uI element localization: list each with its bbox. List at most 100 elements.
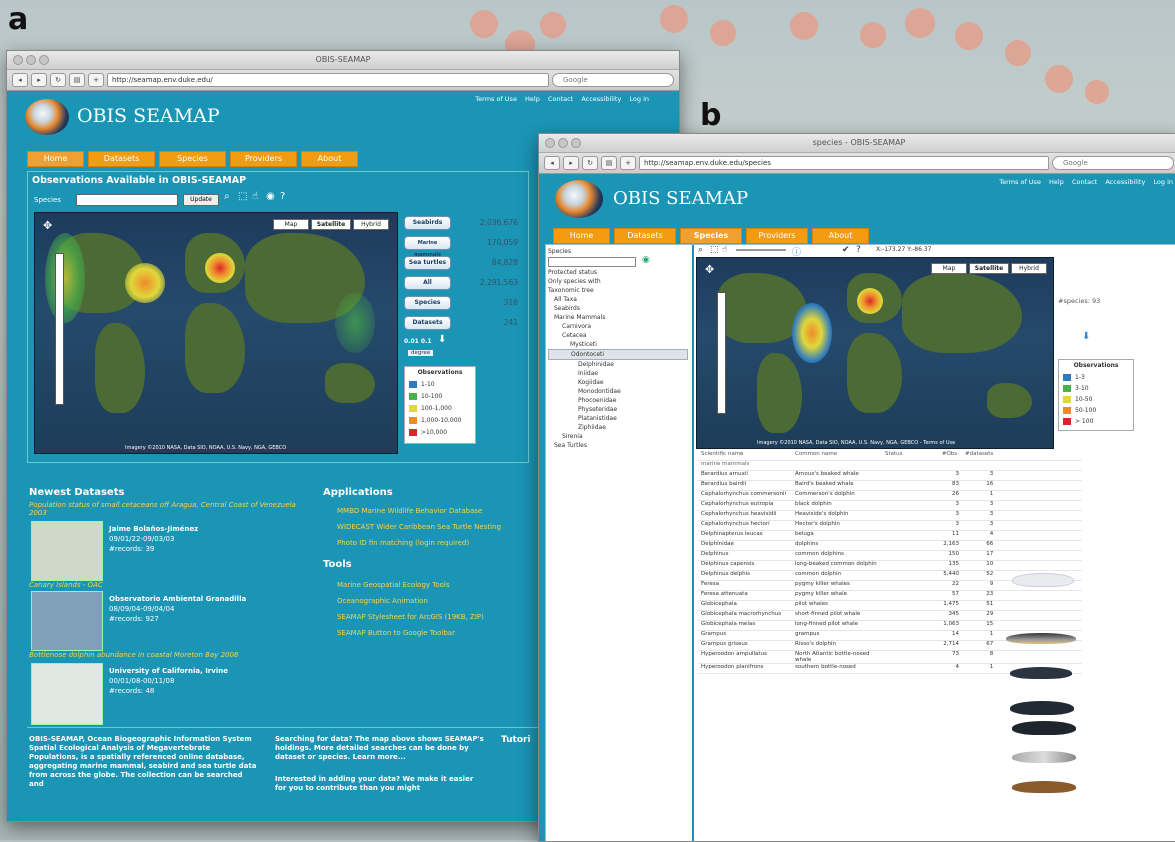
toplink[interactable]: Log in xyxy=(629,95,649,103)
species-filter-input[interactable] xyxy=(548,257,636,267)
zoom-tool-icon[interactable]: ⌕ xyxy=(698,245,703,255)
tree-item[interactable]: Platanistidae xyxy=(548,414,688,423)
pan-control-icon[interactable]: ✥ xyxy=(43,219,52,232)
add-bookmark-icon[interactable]: + xyxy=(620,156,636,170)
tree-item[interactable]: Sea Turtles xyxy=(548,441,688,450)
hybrid-button[interactable]: Hybrid xyxy=(353,219,389,230)
scientific-name-cell[interactable]: Hyperoodon ampullatus xyxy=(698,650,792,664)
filter-label[interactable]: Protected status xyxy=(548,268,688,277)
dataset-title[interactable]: Bottlenose dolphin abundance in coastal … xyxy=(29,651,299,659)
toplink[interactable]: Terms of Use xyxy=(999,178,1041,186)
nav-providers[interactable]: Providers xyxy=(230,151,297,167)
window-controls[interactable] xyxy=(13,55,49,65)
download-icon[interactable]: ⬇ xyxy=(438,334,446,345)
search-field[interactable]: Google xyxy=(552,73,674,87)
toplink[interactable]: Help xyxy=(1049,178,1064,186)
bookmark-icon[interactable]: ▤ xyxy=(601,156,617,170)
scientific-name-cell[interactable]: Berardius bairdii xyxy=(698,480,792,491)
nav-about[interactable]: About xyxy=(812,228,869,244)
table-row[interactable]: Cephalorhynchus heavisidii Heaviside's do… xyxy=(698,510,1083,521)
scientific-name-cell[interactable]: Berardius arnuxii xyxy=(698,470,792,481)
table-row[interactable]: Globicephala melas long-finned pilot whal… xyxy=(698,620,1083,631)
nav-providers[interactable]: Providers xyxy=(746,228,808,244)
table-row[interactable]: Berardius bairdii Baird's beaked whale 83 1… xyxy=(698,480,1083,491)
scientific-name-cell[interactable]: Grampus griseus xyxy=(698,640,792,651)
species-input[interactable] xyxy=(76,194,178,206)
satellite-button[interactable]: Satellite xyxy=(311,219,351,230)
tree-item-selected[interactable]: Odontoceti xyxy=(548,349,688,360)
address-bar[interactable]: http://seamap.env.duke.edu/species xyxy=(639,156,1049,170)
species-map[interactable]: Map Satellite Hybrid ✥ Imagery ©2010 NAS… xyxy=(696,257,1054,449)
download-icon[interactable]: ⬇ xyxy=(1082,331,1090,342)
window-controls[interactable] xyxy=(545,138,581,148)
table-row[interactable]: Delphinus capensis long-beaked common dol… xyxy=(698,560,1083,571)
help-icon[interactable]: ? xyxy=(856,245,861,255)
table-row[interactable]: Berardius arnuxii Arnoux's beaked whale 3 3 xyxy=(698,470,1083,481)
table-row[interactable]: Globicephala macrorhynchus short-finned p… xyxy=(698,610,1083,621)
table-row[interactable]: Delphinus common dolphins 150 17 xyxy=(698,550,1083,561)
seabirds-button[interactable]: Seabirds xyxy=(404,216,451,230)
toplink[interactable]: Terms of Use xyxy=(475,95,517,103)
nav-home[interactable]: Home xyxy=(27,151,84,167)
forward-icon[interactable]: ▸ xyxy=(563,156,579,170)
dataset-title[interactable]: Population status of small cetaceans off… xyxy=(29,501,299,517)
toplink[interactable]: Accessibility xyxy=(581,95,621,103)
tree-item[interactable]: Ziphiidae xyxy=(548,423,688,432)
back-icon[interactable]: ◂ xyxy=(12,73,28,87)
nav-about[interactable]: About xyxy=(301,151,358,167)
update-button[interactable]: Update xyxy=(183,194,219,206)
tool-link[interactable]: SEAMAP Button to Google Toolbar xyxy=(337,629,455,637)
satellite-button[interactable]: Satellite xyxy=(969,263,1009,274)
scientific-name-cell[interactable]: Globicephala macrorhynchus xyxy=(698,610,792,621)
address-bar[interactable]: http://seamap.env.duke.edu/ xyxy=(107,73,549,87)
marine-mammals-button[interactable]: Marine mammals xyxy=(404,236,451,258)
reload-icon[interactable]: ↻ xyxy=(50,73,66,87)
column-header[interactable]: #datasets xyxy=(962,451,997,461)
tree-item[interactable]: Carnivora xyxy=(548,322,688,331)
tree-item[interactable]: Iniidae xyxy=(548,369,688,378)
sea-turtles-button[interactable]: Sea turtles xyxy=(404,256,451,270)
table-row[interactable]: Cephalorhynchus commersonii Commerson's d… xyxy=(698,490,1083,501)
nav-home[interactable]: Home xyxy=(553,228,610,244)
pan-tool-icon[interactable]: ☝ xyxy=(722,245,727,255)
scientific-name-cell[interactable]: Feresa xyxy=(698,580,792,591)
table-row[interactable]: Feresa attenuata pygmy killer whale 57 23 xyxy=(698,590,1083,601)
map-button[interactable]: Map xyxy=(273,219,309,230)
scientific-name-cell[interactable]: Cephalorhynchus commersonii xyxy=(698,490,792,501)
scientific-name-cell[interactable]: Globicephala xyxy=(698,600,792,611)
add-bookmark-icon[interactable]: + xyxy=(88,73,104,87)
filter-label[interactable]: Only species with xyxy=(548,277,688,286)
table-row[interactable]: Hyperoodon ampullatus North Atlantic bott… xyxy=(698,650,1083,664)
column-header[interactable]: Scientific name xyxy=(698,451,792,461)
nav-datasets[interactable]: Datasets xyxy=(614,228,676,244)
reload-icon[interactable]: ↻ xyxy=(582,156,598,170)
search-go-icon[interactable]: ◉ xyxy=(642,255,650,265)
tree-item[interactable]: Kogiidae xyxy=(548,378,688,387)
pan-tool-icon[interactable]: ☝ xyxy=(252,191,258,202)
toplink[interactable]: Contact xyxy=(548,95,573,103)
table-row[interactable]: Delphinidae dolphins 2,163 66 xyxy=(698,540,1083,551)
scientific-name-cell[interactable]: Feresa attenuata xyxy=(698,590,792,601)
table-row[interactable]: Delphinapterus leucas beluga 11 4 xyxy=(698,530,1083,541)
table-row[interactable]: Cephalorhynchus eutropia black dolphin 3 3 xyxy=(698,500,1083,511)
scientific-name-cell[interactable]: Grampus xyxy=(698,630,792,641)
zoom-slider[interactable] xyxy=(55,253,64,405)
all-button[interactable]: All xyxy=(404,276,451,290)
filter-label[interactable]: Taxonomic tree xyxy=(548,286,688,295)
tree-item[interactable]: Physeteridae xyxy=(548,405,688,414)
table-row[interactable]: Cephalorhynchus hectori Hector's dolphin 3… xyxy=(698,520,1083,531)
nav-datasets[interactable]: Datasets xyxy=(88,151,155,167)
observations-map[interactable]: Map Satellite Hybrid ✥ Imagery ©2010 NAS… xyxy=(34,212,398,454)
application-link[interactable]: WIDECAST Wider Caribbean Sea Turtle Nest… xyxy=(337,523,501,531)
tool-link[interactable]: Marine Geospatial Ecology Tools xyxy=(337,581,450,589)
scientific-name-cell[interactable]: Delphinus delphis xyxy=(698,570,792,581)
scientific-name-cell[interactable]: Hyperoodon planifrons xyxy=(698,663,792,674)
pan-control-icon[interactable]: ✥ xyxy=(705,263,714,276)
select-tool-icon[interactable]: ⬚ xyxy=(238,191,247,202)
tree-item[interactable]: Sirenia xyxy=(548,432,688,441)
check-icon[interactable]: ✔ xyxy=(842,245,850,255)
nav-species[interactable]: Species xyxy=(159,151,226,167)
tool-link[interactable]: Oceanographic Animation xyxy=(337,597,428,605)
application-link[interactable]: MMBD Marine Wildlife Behavior Database xyxy=(337,507,482,515)
tree-item[interactable]: Marine Mammals xyxy=(548,313,688,322)
